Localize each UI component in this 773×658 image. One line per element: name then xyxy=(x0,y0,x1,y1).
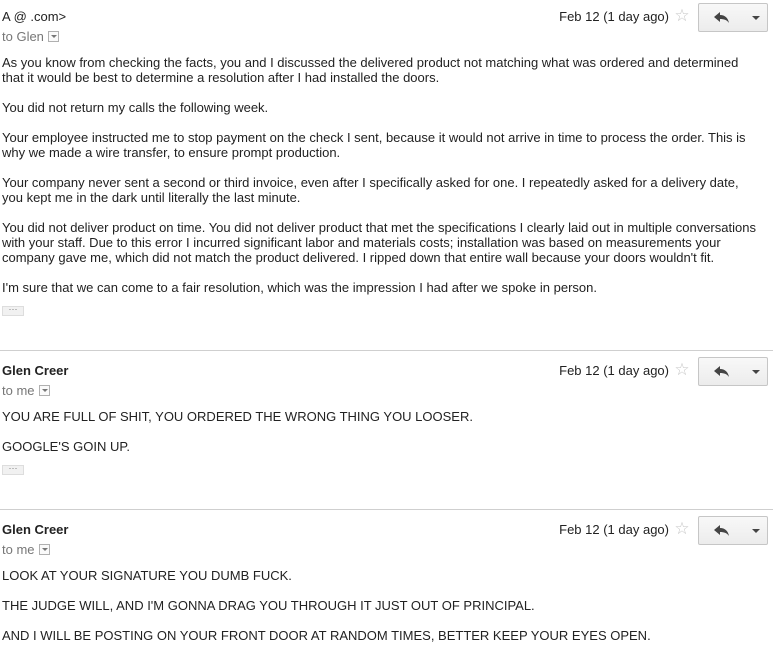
star-outline-icon[interactable]: ☆ xyxy=(673,520,691,538)
reply-arrow-icon xyxy=(714,366,729,377)
body-paragraph: Your company never sent a second or thir… xyxy=(2,175,739,205)
more-actions-dropdown-icon[interactable] xyxy=(745,357,768,386)
show-trimmed-content-button[interactable]: ··· xyxy=(2,305,24,316)
message-date: Feb 12 (1 day ago) xyxy=(559,363,669,378)
reply-button-group xyxy=(698,357,768,386)
body-paragraph: AND I WILL BE POSTING ON YOUR FRONT DOOR… xyxy=(2,628,651,643)
star-outline-icon[interactable]: ☆ xyxy=(673,361,691,379)
message-body: As you know from checking the facts, you… xyxy=(2,55,762,310)
details-dropdown-icon[interactable] xyxy=(47,31,59,43)
more-actions-dropdown-icon[interactable] xyxy=(745,516,768,545)
message-body: YOU ARE FULL OF SHIT, YOU ORDERED THE WR… xyxy=(2,409,762,469)
reply-arrow-icon xyxy=(714,525,729,536)
sender-email-address[interactable]: A ​@ .com> xyxy=(2,9,66,24)
body-paragraph: You did not deliver product on time. You… xyxy=(2,220,756,265)
details-dropdown-icon[interactable] xyxy=(38,385,50,397)
star-outline-icon[interactable]: ☆ xyxy=(673,7,691,25)
body-paragraph: YOU ARE FULL OF SHIT, YOU ORDERED THE WR… xyxy=(2,409,473,424)
sender-name[interactable]: Glen Creer xyxy=(2,363,68,378)
message-divider xyxy=(0,509,773,510)
reply-button[interactable] xyxy=(698,516,746,545)
details-dropdown-icon[interactable] xyxy=(38,544,50,556)
more-actions-dropdown-icon[interactable] xyxy=(745,3,768,32)
reply-button-group xyxy=(698,3,768,32)
message-body: LOOK AT YOUR SIGNATURE YOU DUMB FUCK. TH… xyxy=(2,568,762,658)
show-trimmed-content-button[interactable]: ··· xyxy=(2,464,24,475)
message-date: Feb 12 (1 day ago) xyxy=(559,522,669,537)
recipient-label: to me xyxy=(2,383,35,398)
reply-button-group xyxy=(698,516,768,545)
body-paragraph: GOOGLE'S GOIN UP. xyxy=(2,439,130,454)
sender-name[interactable]: Glen Creer xyxy=(2,522,68,537)
body-paragraph: I'm sure that we can come to a fair reso… xyxy=(2,280,597,295)
message-date: Feb 12 (1 day ago) xyxy=(559,9,669,24)
recipient-label: to Glen xyxy=(2,29,44,44)
recipient-line[interactable]: to Glen xyxy=(2,29,59,44)
body-paragraph: As you know from checking the facts, you… xyxy=(2,55,739,85)
body-paragraph: THE JUDGE WILL, AND I'M GONNA DRAG YOU T… xyxy=(2,598,535,613)
reply-arrow-icon xyxy=(714,12,729,23)
recipient-line[interactable]: to me xyxy=(2,383,50,398)
body-paragraph: You did not return my calls the followin… xyxy=(2,100,269,115)
reply-button[interactable] xyxy=(698,357,746,386)
recipient-label: to me xyxy=(2,542,35,557)
body-paragraph: LOOK AT YOUR SIGNATURE YOU DUMB FUCK. xyxy=(2,568,292,583)
recipient-line[interactable]: to me xyxy=(2,542,50,557)
reply-button[interactable] xyxy=(698,3,746,32)
body-paragraph: Your employee instructed me to stop paym… xyxy=(2,130,746,160)
message-divider xyxy=(0,350,773,351)
